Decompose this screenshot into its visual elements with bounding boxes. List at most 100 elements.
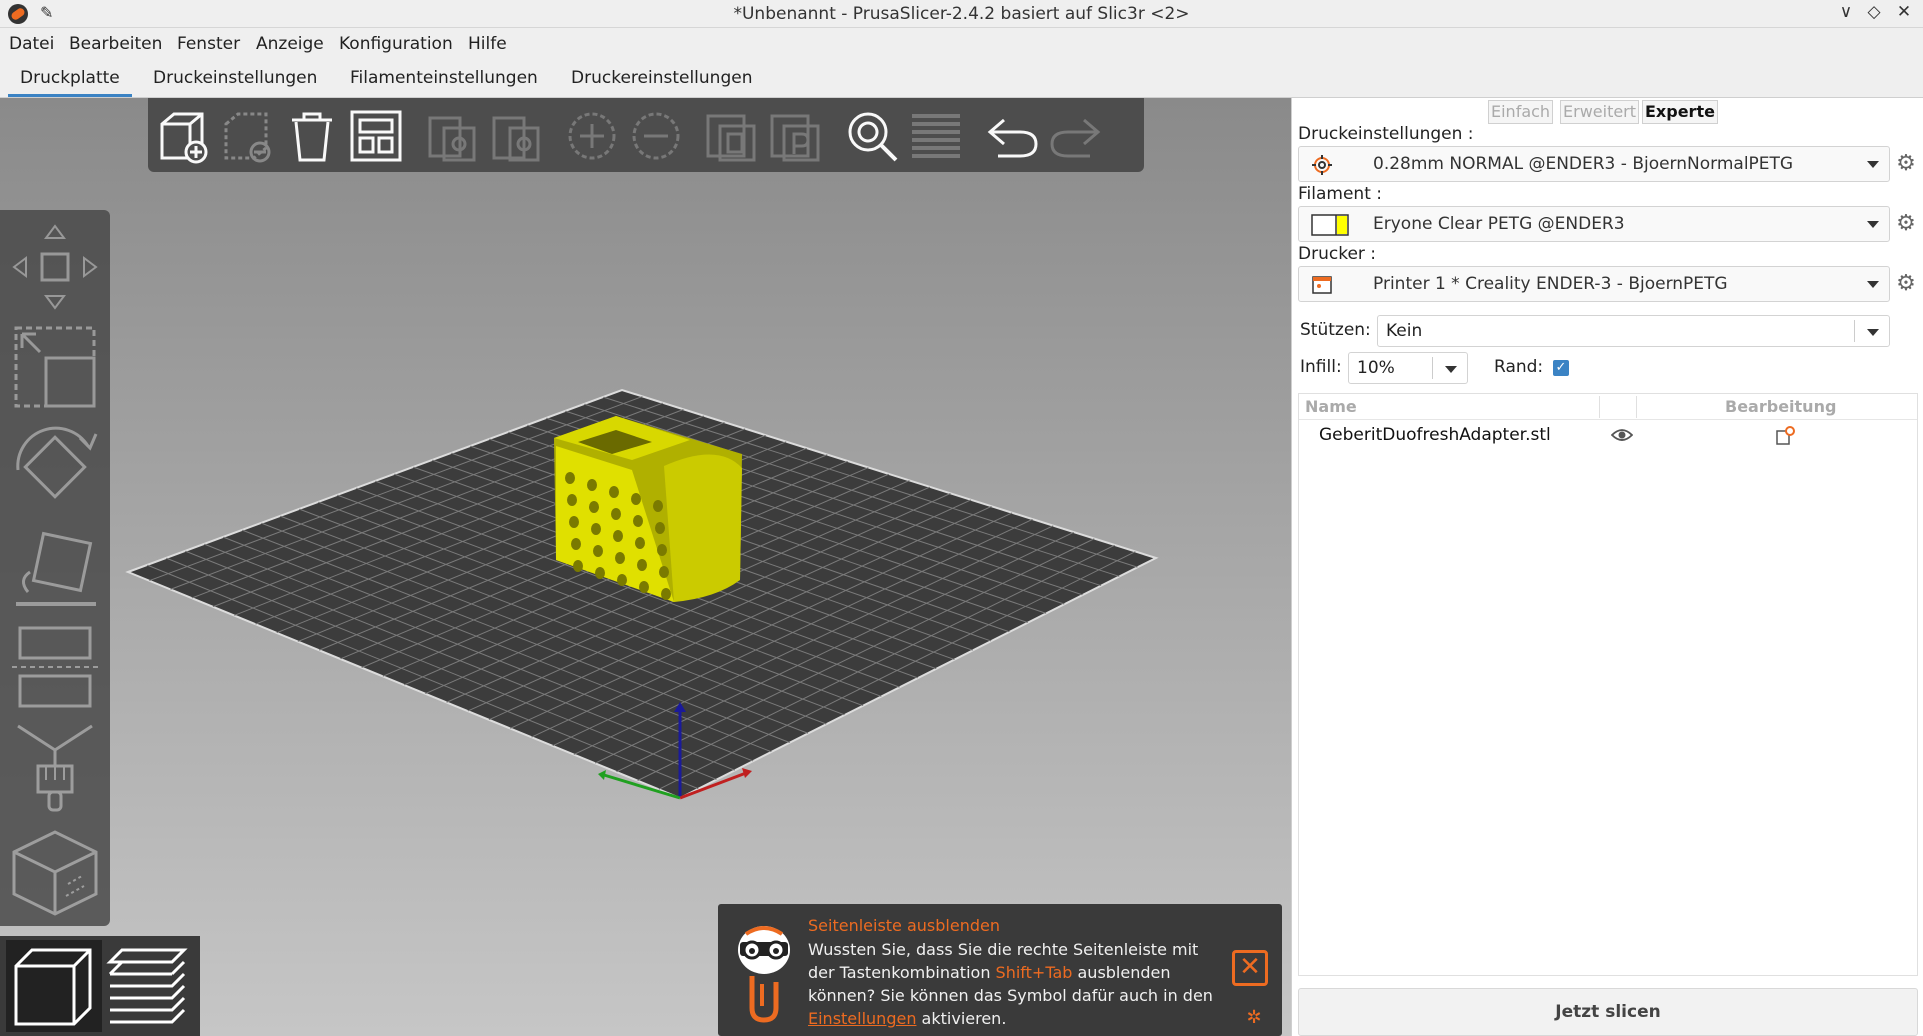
notification-shortcut: Shift+Tab (995, 963, 1073, 982)
paste-icon[interactable] (488, 108, 544, 164)
menu-bar: Datei Bearbeiten Fenster Anzeige Konfigu… (0, 30, 1923, 60)
split-parts-icon[interactable] (768, 108, 824, 164)
rotate-icon[interactable] (8, 420, 102, 514)
mode-einfach-button[interactable]: Einfach (1488, 100, 1554, 124)
main-tabs: Druckplatte Druckeinstellungen Filamente… (0, 62, 1923, 98)
print-settings-combo[interactable]: 0.28mm NORMAL @ENDER3 - BjoernNormalPETG (1298, 146, 1890, 182)
delete-all-icon[interactable] (284, 108, 340, 164)
hint-mascot-icon (738, 926, 790, 1023)
add-instance-icon[interactable] (564, 108, 620, 164)
arrange-icon[interactable] (348, 108, 404, 164)
dropdown-arrow-icon (1867, 281, 1879, 288)
paint-supports-icon[interactable] (8, 720, 102, 814)
maximize-button[interactable]: ◇ (1862, 2, 1886, 22)
left-gizmo-toolbar (0, 210, 110, 926)
delete-object-icon[interactable] (220, 108, 276, 164)
model-hole (659, 566, 669, 578)
mode-experte-button[interactable]: Experte (1642, 100, 1718, 124)
layers-editing-icon[interactable] (908, 108, 964, 164)
redo-icon[interactable] (1048, 108, 1104, 164)
model-hole (657, 544, 667, 556)
print-bed-scene (125, 388, 1159, 800)
notification-close-icon[interactable]: ✕ (1232, 950, 1268, 986)
model-hole (661, 588, 671, 600)
column-name-header[interactable]: Name (1305, 397, 1357, 416)
split-objects-icon[interactable] (704, 108, 760, 164)
printer-combo[interactable]: Printer 1 * Creality ENDER-3 - BjoernPET… (1298, 266, 1890, 302)
brim-label: Rand: (1494, 357, 1544, 377)
dropdown-arrow-icon (1867, 329, 1879, 336)
column-edit-header[interactable]: Bearbeitung (1725, 397, 1836, 416)
filament-label: Filament : (1298, 184, 1382, 204)
infill-select[interactable]: 10% (1348, 352, 1468, 384)
window-title: *Unbenannt - PrusaSlicer-2.4.2 basiert a… (733, 4, 1190, 24)
filament-gear-icon[interactable]: ⚙ (1894, 212, 1918, 236)
tab-druckeinstellungen[interactable]: Druckeinstellungen (153, 68, 317, 94)
place-on-face-icon[interactable] (8, 520, 102, 614)
3d-view-icon[interactable] (10, 944, 96, 1030)
model-hole (573, 560, 583, 572)
model-hole (569, 516, 579, 528)
supports-select[interactable]: Kein (1377, 315, 1890, 347)
search-icon[interactable] (844, 108, 900, 164)
select-separator (1432, 357, 1433, 379)
cut-icon[interactable] (8, 620, 102, 714)
model-hole (655, 522, 665, 534)
printer-gear-icon[interactable]: ⚙ (1894, 272, 1918, 296)
right-sidebar: Einfach Erweitert Experte Druckeinstellu… (1291, 98, 1923, 1036)
minimize-button[interactable]: ∨ (1834, 2, 1858, 22)
object-row[interactable]: GeberitDuofreshAdapter.stl (1299, 422, 1917, 450)
model-hole (593, 545, 603, 557)
notification-gear-icon[interactable]: ✲ (1244, 1008, 1264, 1028)
notification-settings-link[interactable]: Einstellungen (808, 1009, 916, 1028)
dropdown-arrow-icon (1445, 366, 1457, 373)
infill-label: Infill: (1300, 357, 1342, 377)
printer-icon (1312, 276, 1332, 294)
add-object-icon[interactable] (156, 108, 212, 164)
move-icon[interactable] (8, 220, 102, 314)
tab-filamenteinstellungen[interactable]: Filamenteinstellungen (350, 68, 538, 94)
mode-erweitert-button[interactable]: Erweitert (1560, 100, 1640, 124)
menu-bearbeiten[interactable]: Bearbeiten (69, 34, 162, 54)
tab-druckplatte[interactable]: Druckplatte (8, 68, 132, 97)
filament-color-icon (1311, 214, 1349, 236)
model-hole (639, 581, 649, 593)
brim-checkbox[interactable]: ✓ (1553, 360, 1569, 376)
infill-value: 10% (1357, 358, 1395, 378)
menu-anzeige[interactable]: Anzeige (256, 34, 324, 54)
filament-combo[interactable]: Eryone Clear PETG @ENDER3 (1298, 206, 1890, 242)
print-settings-gear-icon[interactable]: ⚙ (1894, 152, 1918, 176)
assembly-view-icon[interactable] (8, 824, 102, 918)
model-hole (617, 574, 627, 586)
scale-icon[interactable] (8, 320, 102, 414)
menu-konfiguration[interactable]: Konfiguration (339, 34, 453, 54)
model-hole (631, 493, 641, 505)
edit-settings-icon[interactable] (1774, 425, 1796, 447)
menu-datei[interactable]: Datei (9, 34, 54, 54)
title-bar: ✎ *Unbenannt - PrusaSlicer-2.4.2 basiert… (0, 0, 1923, 28)
close-window-button[interactable]: ✕ (1892, 2, 1916, 22)
dropdown-arrow-icon (1867, 221, 1879, 228)
model-hole (587, 479, 597, 491)
model-hole (611, 508, 621, 520)
object-list: Name Bearbeitung GeberitDuofreshAdapter.… (1298, 393, 1918, 976)
notification-text-part: aktivieren. (916, 1009, 1007, 1028)
tab-druckereinstellungen[interactable]: Druckereinstellungen (571, 68, 752, 94)
undo-icon[interactable] (984, 108, 1040, 164)
model-hole (609, 486, 619, 498)
menu-hilfe[interactable]: Hilfe (468, 34, 507, 54)
remove-instance-icon[interactable] (628, 108, 684, 164)
slice-now-button[interactable]: Jetzt slicen (1298, 988, 1918, 1036)
copy-icon[interactable] (424, 108, 480, 164)
model-hole (615, 552, 625, 564)
3d-viewport[interactable]: Seitenleiste ausblenden Wussten Sie, das… (0, 98, 1291, 1036)
filament-value: Eryone Clear PETG @ENDER3 (1373, 214, 1625, 234)
select-separator (1854, 320, 1855, 342)
menu-fenster[interactable]: Fenster (177, 34, 240, 54)
top-toolbar (148, 98, 1144, 172)
model-hole (595, 567, 605, 579)
model-hole (591, 523, 601, 535)
printer-label: Drucker : (1298, 244, 1377, 264)
preview-icon[interactable] (104, 944, 190, 1030)
eye-icon[interactable] (1611, 427, 1633, 443)
